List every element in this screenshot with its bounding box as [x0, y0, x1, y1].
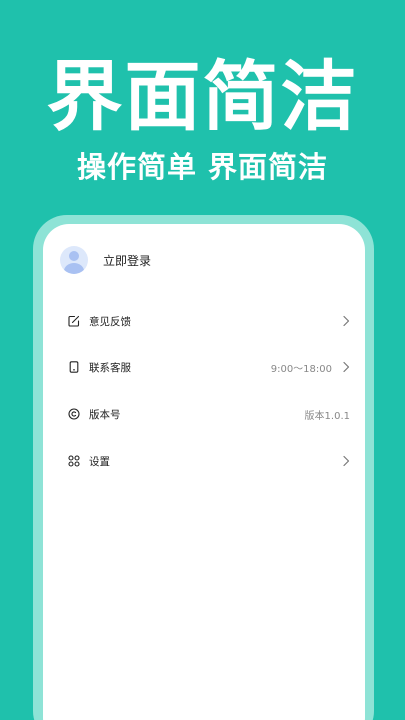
- hero-subtitle: 操作简单 界面简洁: [76, 150, 329, 184]
- menu-item-version: 版本号 版本1.0.1: [68, 404, 350, 424]
- menu-label-settings: 设置: [89, 455, 110, 468]
- phone-icon: [68, 361, 80, 373]
- phone-screen: 立即登录 意见反馈 联系客服 9:00～18:00 版本号 版本1.0.1 设置: [43, 224, 365, 720]
- menu-item-settings[interactable]: 设置: [68, 451, 350, 471]
- login-row[interactable]: 立即登录: [60, 246, 151, 274]
- grid-icon: [68, 455, 80, 467]
- edit-icon: [68, 315, 80, 327]
- chevron-right-icon: [342, 361, 350, 373]
- chevron-right-icon: [342, 315, 350, 327]
- login-label[interactable]: 立即登录: [103, 252, 151, 269]
- menu-label-version: 版本号: [89, 408, 121, 421]
- menu-item-feedback[interactable]: 意见反馈: [68, 311, 350, 331]
- menu-label-customer-service: 联系客服: [89, 361, 131, 374]
- user-avatar-icon[interactable]: [60, 246, 88, 274]
- hero-title: 界面简洁: [46, 52, 359, 141]
- menu-item-customer-service[interactable]: 联系客服 9:00～18:00: [68, 357, 350, 377]
- version-value: 版本1.0.1: [304, 410, 350, 422]
- copyright-icon: [68, 408, 80, 420]
- service-hours: 9:00～18:00: [270, 363, 332, 375]
- menu-label-feedback: 意见反馈: [89, 315, 131, 328]
- chevron-right-icon: [342, 455, 350, 467]
